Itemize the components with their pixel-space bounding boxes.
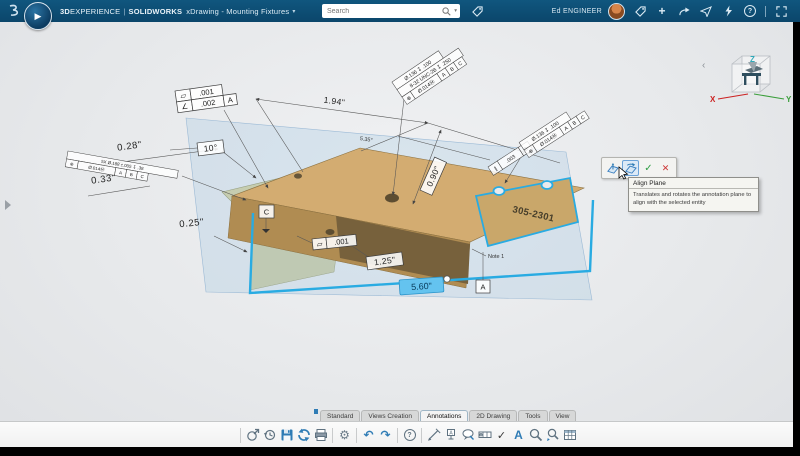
share-arrow-icon[interactable] (676, 3, 692, 19)
dim-10deg[interactable]: 10° (197, 140, 224, 156)
svg-text:C: C (264, 208, 270, 217)
verify-icon[interactable]: ✓ (493, 425, 510, 445)
dimension-handle[interactable] (444, 276, 450, 282)
side-hole[interactable] (326, 229, 335, 235)
balloon-note-icon[interactable] (459, 425, 476, 445)
cancel-icon[interactable]: ✕ (658, 161, 673, 175)
viewcube-collapse-icon[interactable]: ‹ (702, 60, 705, 71)
help-icon[interactable]: ? (742, 3, 758, 19)
sync-icon[interactable] (295, 425, 312, 445)
share-icon[interactable] (698, 3, 714, 19)
gdt-frame-stack[interactable]: ▱ .001 ∠ .002 A (175, 83, 237, 113)
datum-icon[interactable]: A (442, 425, 459, 445)
svg-text:∠: ∠ (181, 102, 189, 112)
table-icon[interactable] (561, 425, 578, 445)
zoom-icon[interactable] (527, 425, 544, 445)
toolbar-divider (765, 6, 766, 17)
search-options-chevron-icon[interactable]: ▾ (454, 8, 457, 14)
tab-2d-drawing[interactable]: 2D Drawing (469, 410, 517, 421)
zoom-annotate-icon[interactable] (544, 425, 561, 445)
avatar[interactable] (608, 3, 625, 20)
drawing-viewport[interactable]: 1.94" ▱ .001 ∠ .002 A 10° 0.28" 0.33" 0.… (0, 22, 793, 408)
user-area: Ed ENGINEER + ? (552, 0, 792, 22)
view-cube[interactable]: ‹ X Y Z (702, 55, 792, 104)
print-icon[interactable] (312, 425, 329, 445)
fullscreen-icon[interactable] (773, 3, 789, 19)
window-edge (793, 22, 800, 456)
app-window: 1.94" ▱ .001 ∠ .002 A 10° 0.28" 0.33" 0.… (0, 0, 800, 456)
dim-5-60-selected[interactable]: 5.60" (399, 277, 444, 295)
undo-icon[interactable]: ↶ (360, 425, 377, 445)
settings-icon[interactable]: ⚙ (336, 425, 353, 445)
svg-text:10°: 10° (203, 142, 218, 154)
brand-3d: 3D (60, 7, 70, 16)
svg-text:A: A (480, 283, 485, 292)
add-icon[interactable]: + (654, 3, 670, 19)
search-bar[interactable]: ▾ (322, 4, 460, 18)
export-icon[interactable] (244, 425, 261, 445)
tooltip-body: Translates and rotates the annotation pl… (629, 189, 758, 211)
axis-y-label[interactable]: Y (786, 95, 792, 104)
pin-icon[interactable] (314, 409, 318, 414)
search-icon[interactable] (442, 7, 451, 16)
tag-icon[interactable] (469, 3, 485, 19)
flange-hole[interactable] (494, 187, 505, 195)
redo-icon[interactable]: ↷ (377, 425, 394, 445)
brand-separator: | (123, 7, 125, 16)
window-edge (0, 447, 800, 456)
brand-experience: EXPERIENCE (70, 7, 120, 16)
bookmark-tag-icon[interactable] (632, 3, 648, 19)
save-icon[interactable] (278, 425, 295, 445)
tab-views-creation[interactable]: Views Creation (361, 410, 419, 421)
ribbon-tabs: Standard Views Creation Annotations 2D D… (314, 408, 577, 421)
tooltip-title: Align Plane (629, 178, 758, 189)
dim-1-94[interactable]: 1.94" (323, 95, 346, 108)
tab-annotations[interactable]: Annotations (420, 410, 468, 421)
confirm-icon[interactable]: ✓ (641, 161, 656, 175)
hole-callout-right[interactable]: Ø.136 ↧ .100 ⊕ Ø.014Ⓜ A B C (519, 103, 589, 157)
chevron-down-icon[interactable]: ▾ (292, 8, 295, 15)
axis-z-label[interactable]: Z (750, 55, 755, 64)
datum-c[interactable]: C (259, 205, 274, 218)
history-icon[interactable] (261, 425, 278, 445)
top-bar: 3DEXPERIENCE | SOLIDWORKS xDrawing - Mou… (0, 0, 800, 22)
tab-tools[interactable]: Tools (518, 410, 547, 421)
axis-x-label[interactable]: X (710, 95, 716, 104)
user-name[interactable]: Ed ENGINEER (552, 8, 602, 15)
svg-text:.001: .001 (334, 236, 349, 246)
flange-hole-small[interactable] (294, 173, 302, 178)
mouse-cursor (618, 166, 630, 180)
brand-solidworks: SOLIDWORKS (129, 7, 183, 16)
tab-view[interactable]: View (549, 410, 577, 421)
gdt-frame-icon[interactable] (476, 425, 493, 445)
note-label: Note 1 (488, 254, 504, 260)
text-tool-icon[interactable]: A (510, 425, 527, 445)
datum-a[interactable]: A (476, 280, 490, 293)
app-title: 3DEXPERIENCE | SOLIDWORKS xDrawing - Mou… (60, 0, 296, 22)
flange-hole[interactable] (542, 181, 553, 189)
hole-callout-top[interactable]: Ø.136 ↧ .100 8-32 UNC-2B ↧ .250 ⊕ Ø.014Ⓜ… (392, 41, 468, 105)
document-title[interactable]: xDrawing - Mounting Fixtures (186, 7, 289, 16)
hole-callout-left[interactable]: 5X Ø.188 ±.005 ↧ .38 ⊕ Ø.014Ⓜ A B C (65, 151, 178, 186)
search-input[interactable] (325, 7, 442, 16)
action-bar: ⚙ ↶ ↷ ? A ✓ A (0, 421, 793, 448)
annotation-plane-mini-toolbar: ✓ ✕ (601, 157, 677, 179)
tab-standard[interactable]: Standard (320, 410, 360, 421)
top-hole[interactable] (385, 194, 399, 203)
3dexperience-compass-icon[interactable]: ▶ (24, 2, 52, 30)
3ds-logo-icon[interactable] (7, 3, 23, 19)
svg-text:5.60": 5.60" (411, 281, 432, 292)
help-icon[interactable]: ? (401, 425, 418, 445)
lightning-icon[interactable] (720, 3, 736, 19)
panel-expand-icon[interactable] (5, 200, 11, 210)
dimension-icon[interactable] (425, 425, 442, 445)
dim-0-28[interactable]: 0.28" (117, 139, 143, 153)
tooltip: Align Plane Translates and rotates the a… (628, 177, 759, 212)
svg-text:▱: ▱ (316, 239, 323, 249)
